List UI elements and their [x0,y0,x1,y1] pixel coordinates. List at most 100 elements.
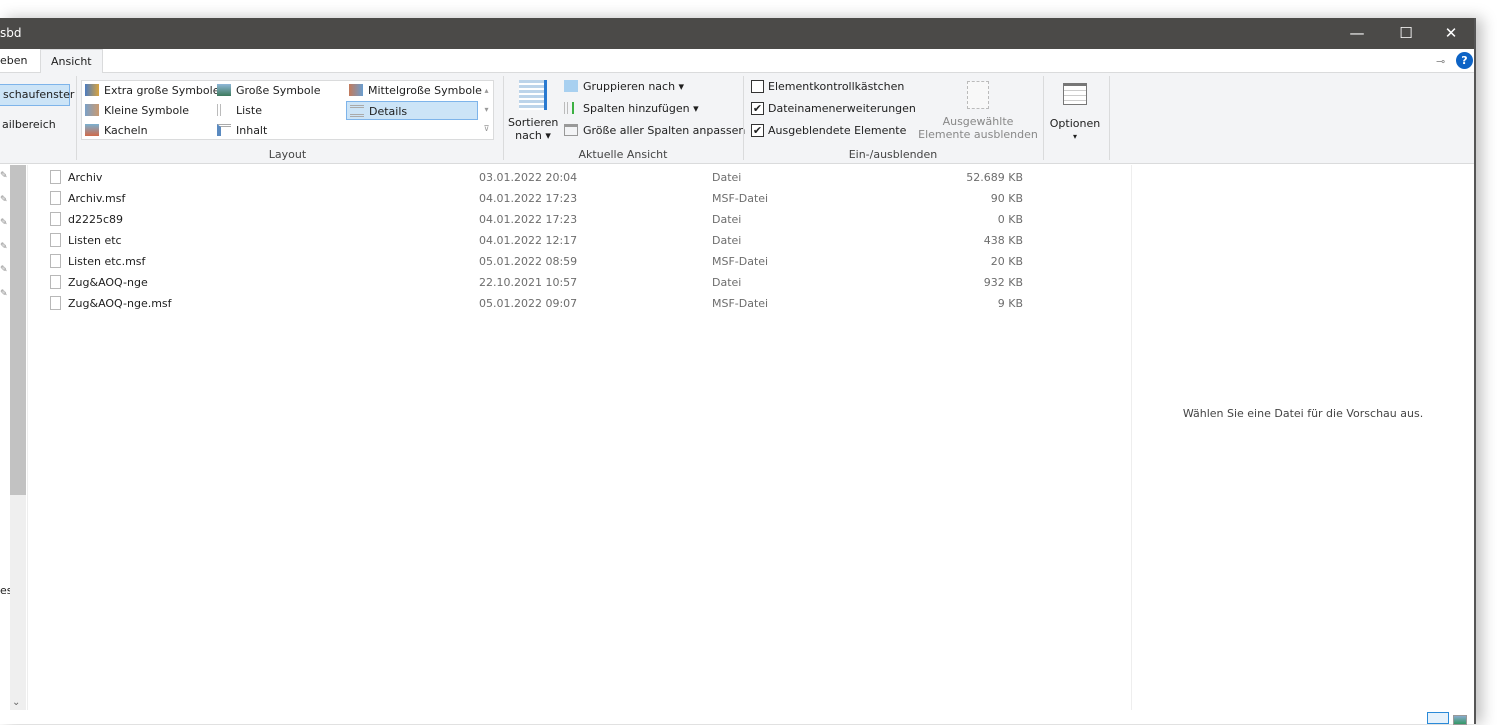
file-icon [50,233,61,247]
layout-extra-large-icons[interactable]: Extra große Symbole [82,81,219,100]
file-icon [50,296,61,310]
file-date: 05.01.2022 09:07 [479,297,578,310]
file-explorer-window: sbd — ☐ ✕ eben Ansicht ⊸ ? schaufenster … [0,18,1476,725]
file-name: Zug&AOQ-nge [68,276,148,289]
file-row[interactable]: d2225c89 04.01.2022 17:23 Datei 0 KB [0,209,1100,230]
window-title: sbd [0,26,22,40]
file-size: 52.689 KB [966,171,1023,184]
file-row[interactable]: Zug&AOQ-nge 22.10.2021 10:57 Datei 932 K… [0,272,1100,293]
label: Größe aller Spalten anpassen [583,124,746,137]
file-row[interactable]: Archiv.msf 04.01.2022 17:23 MSF-Datei 90… [0,188,1100,209]
sort-label-2: nach [515,129,542,142]
label: Ausgeblendete Elemente [768,124,907,137]
label: Liste [236,104,262,117]
group-label-layout: Layout [268,148,307,161]
layout-medium-icons[interactable]: Mittelgroße Symbole [346,81,482,100]
group-by-button[interactable]: Gruppieren nach ▾ [561,77,684,96]
details-pane-button[interactable]: ailbereich [2,118,56,131]
group-label-show-hide: Ein-/ausblenden [848,148,938,161]
hide-selected-button[interactable]: Ausgewählte Elemente ausblenden [918,81,1038,141]
label: Große Symbole [236,84,321,97]
checkbox-checked[interactable]: ✔ [751,124,764,137]
file-size: 90 KB [990,192,1023,205]
file-name: Listen etc [68,234,122,247]
file-type: MSF-Datei [712,297,769,310]
file-type: Datei [712,276,742,289]
ribbon-tabs: eben Ansicht ⊸ ? [0,49,1474,74]
ribbon: schaufenster ailbereich Extra große Symb… [0,73,1474,164]
hidden-items-toggle[interactable]: ✔ Ausgeblendete Elemente [743,121,906,140]
file-size: 0 KB [997,213,1023,226]
file-row[interactable]: Zug&AOQ-nge.msf 05.01.2022 09:07 MSF-Dat… [0,293,1100,314]
file-size: 438 KB [983,234,1023,247]
label: Details [369,105,408,118]
title-bar: sbd — ☐ ✕ [0,18,1474,49]
file-icon [50,191,61,205]
checkbox-checked[interactable]: ✔ [751,102,764,115]
hide-selected-icon [967,81,989,109]
layout-list[interactable]: Liste [214,101,262,120]
label: Ausgewählte [942,115,1014,128]
minimize-button[interactable]: — [1334,18,1380,49]
close-button[interactable]: ✕ [1428,18,1474,49]
fit-columns-button[interactable]: Größe aller Spalten anpassen [561,121,745,140]
file-size: 932 KB [983,276,1023,289]
file-type: Datei [712,213,742,226]
maximize-button[interactable]: ☐ [1383,18,1429,49]
details-view-button[interactable] [1427,712,1449,724]
file-date: 04.01.2022 17:23 [479,192,578,205]
file-icon [50,170,61,184]
label: Optionen [1049,117,1101,130]
file-icon [50,212,61,226]
file-type: Datei [712,171,742,184]
label: Kleine Symbole [104,104,190,117]
group-label-current-view: Aktuelle Ansicht [578,148,668,161]
file-icon [50,275,61,289]
layout-content[interactable]: Inhalt [214,121,267,140]
preview-pane-button[interactable]: schaufenster [0,84,74,106]
layout-gallery: Extra große Symbole Große Symbole Mittel… [81,80,494,140]
file-type: MSF-Datei [712,192,769,205]
options-icon [1063,83,1087,105]
file-name: d2225c89 [68,213,124,226]
file-date: 03.01.2022 20:04 [479,171,578,184]
label: Extra große Symbole [104,84,220,97]
sort-by-button[interactable]: Sortieren nach ▾ [508,80,558,142]
tab-ansicht[interactable]: Ansicht [40,49,103,74]
file-type: MSF-Datei [712,255,769,268]
label: Dateinamenerweiterungen [768,102,916,115]
file-date: 05.01.2022 08:59 [479,255,578,268]
checkbox[interactable] [751,80,764,93]
file-name: Archiv.msf [68,192,126,205]
sort-label: Sortieren [508,116,559,129]
layout-tiles[interactable]: Kacheln [82,121,148,140]
file-date: 22.10.2021 10:57 [479,276,578,289]
help-icon[interactable]: ? [1456,52,1473,69]
sort-icon [519,80,547,110]
file-date: 04.01.2022 17:23 [479,213,578,226]
pin-ribbon-icon[interactable]: ⊸ [1436,55,1445,68]
label: Gruppieren nach [583,80,676,93]
file-row[interactable]: Listen etc 04.01.2022 12:17 Datei 438 KB [0,230,1100,251]
layout-details[interactable]: Details [346,101,478,120]
file-extensions-toggle[interactable]: ✔ Dateinamenerweiterungen [743,99,916,118]
layout-small-icons[interactable]: Kleine Symbole [82,101,189,120]
file-type: Datei [712,234,742,247]
label: Spalten hinzufügen [583,102,690,115]
preview-message: Wählen Sie eine Datei für die Vorschau a… [1182,407,1424,420]
file-name: Zug&AOQ-nge.msf [68,297,172,310]
add-columns-button[interactable]: Spalten hinzufügen ▾ [561,99,699,118]
tab-bearbeiten[interactable]: eben [0,49,38,73]
label: Mittelgroße Symbole [368,84,482,97]
options-button[interactable]: Optionen ▾ [1047,83,1103,143]
file-name: Listen etc.msf [68,255,146,268]
layout-large-icons[interactable]: Große Symbole [214,81,320,100]
scroll-down-icon[interactable]: ⌄ [12,697,20,708]
item-checkboxes-toggle[interactable]: Elementkontrollkästchen [743,77,904,96]
file-name: Archiv [68,171,103,184]
label: Inhalt [236,124,268,137]
label: Kacheln [104,124,148,137]
gallery-scroll[interactable]: ▴ ▾ ⊽ [480,81,493,139]
file-row[interactable]: Archiv 03.01.2022 20:04 Datei 52.689 KB [0,167,1100,188]
file-row[interactable]: Listen etc.msf 05.01.2022 08:59 MSF-Date… [0,251,1100,272]
